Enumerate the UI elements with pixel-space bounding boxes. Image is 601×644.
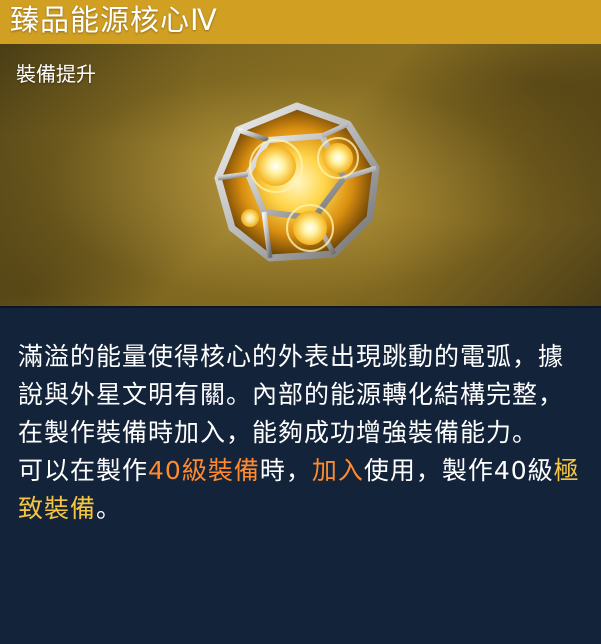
description-paragraph: 滿溢的能量使得核心的外表出現跳動的電弧，據說與外星文明有關。內部的能源轉化結構完… — [18, 342, 565, 447]
usage-text: 可以在製作 — [18, 456, 149, 485]
required-level-highlight: 40級裝備 — [148, 456, 260, 485]
usage-text: 時， — [259, 456, 312, 485]
item-category-label: 裝備提升 — [16, 62, 96, 86]
item-art-panel: 裝備提升 — [0, 44, 601, 306]
divider — [0, 306, 601, 308]
usage-text: 。 — [96, 494, 123, 523]
title-bar: 臻品能源核心Ⅳ — [0, 0, 601, 44]
item-title: 臻品能源核心Ⅳ — [10, 3, 218, 37]
add-action-highlight: 加入 — [311, 456, 364, 485]
usage-line: 可以在製作40級裝備時，加入使用，製作40級極致裝備。 — [18, 452, 588, 528]
item-description: 滿溢的能量使得核心的外表出現跳動的電弧，據說與外星文明有關。內部的能源轉化結構完… — [18, 338, 588, 528]
energy-core-icon — [214, 102, 380, 262]
usage-text: 使用，製作40級 — [363, 456, 554, 485]
item-tooltip-card: 臻品能源核心Ⅳ 裝備提升 滿溢的能量使得核心的外表出現跳動的電弧，據說與外星文明… — [0, 0, 601, 644]
